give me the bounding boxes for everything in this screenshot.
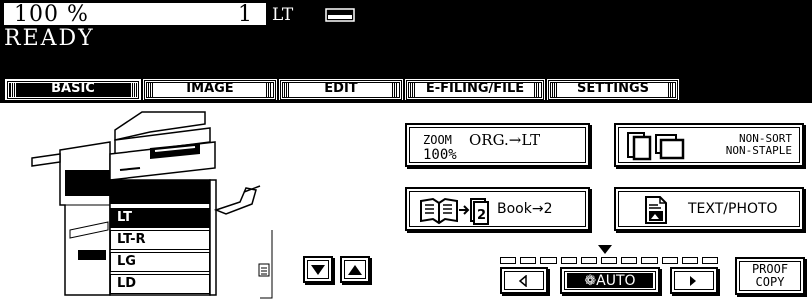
triangle-left-icon (518, 275, 527, 287)
status-message: READY (4, 26, 95, 51)
triangle-right-icon (690, 276, 696, 286)
tab-edit[interactable]: EDIT (279, 79, 403, 101)
tray-indicator-icon (258, 230, 273, 299)
text-photo-label: TEXT/PHOTO (688, 201, 778, 217)
zoom-button[interactable]: ZOOM ORG.→LT 100% (405, 123, 590, 167)
tab-basic[interactable]: BASIC (5, 79, 141, 101)
text-photo-icon (645, 196, 667, 224)
paper-size-lt-r[interactable]: LT-R (110, 230, 210, 250)
paper-size-lt[interactable]: LT (110, 208, 210, 228)
auto-density-button[interactable]: ❁AUTO (560, 267, 660, 294)
text-photo-button[interactable]: TEXT/PHOTO (614, 187, 804, 231)
auto-label-text: AUTO (596, 273, 636, 289)
sort-label: NON-SORT NON-STAPLE (726, 133, 792, 157)
sort-label-line2: NON-STAPLE (725, 144, 792, 157)
tab-settings[interactable]: SETTINGS (547, 79, 679, 101)
book-to-two-button[interactable]: 2 Book→2 (405, 187, 590, 231)
counter-display: 100 % 1 (4, 2, 266, 27)
paper-size-ld[interactable]: LD (110, 274, 210, 294)
book-label: Book→2 (497, 201, 553, 217)
proof-copy-button[interactable]: PROOF COPY (735, 257, 805, 295)
zoom-orientation: ORG.→LT (469, 131, 541, 149)
paper-size-lg[interactable]: LG (110, 252, 210, 272)
zoom-label: ZOOM (423, 133, 452, 147)
density-scale (500, 257, 719, 265)
proof-copy-label: PROOF COPY (737, 263, 803, 289)
book-to-two-icon: 2 (420, 197, 489, 225)
zoom-percent: 100% (423, 147, 457, 163)
status-bar: 100 % 1 LT READY (0, 0, 812, 78)
tab-bar: BASIC IMAGE EDIT E-FILING/FILE SETTINGS (0, 78, 812, 102)
zoom-readout: 100 % (14, 2, 89, 27)
copies-count: 1 (238, 2, 252, 27)
density-lighter-button[interactable] (500, 267, 548, 294)
auto-density-label: ❁AUTO (567, 273, 653, 289)
triangle-down-icon (311, 265, 325, 275)
triangle-up-icon (348, 265, 362, 275)
tab-divider (0, 100, 812, 103)
scroll-up-button[interactable] (340, 256, 370, 283)
density-pointer-icon (598, 245, 612, 254)
scroll-down-button[interactable] (303, 256, 333, 283)
paper-size-readout: LT (272, 5, 294, 25)
tab-e-filing[interactable]: E-FILING/FILE (405, 79, 545, 101)
auto-density-icon: ❁ (584, 273, 597, 289)
sort-staple-button[interactable]: NON-SORT NON-STAPLE (614, 123, 804, 167)
paper-size-list: LT LT-R LG LD (110, 208, 210, 296)
density-darker-button[interactable] (670, 267, 718, 294)
sort-pages-icon (627, 132, 685, 161)
paper-tray-icon (325, 8, 355, 22)
svg-text:2: 2 (477, 208, 486, 223)
proof-label-line2: COPY (755, 275, 785, 289)
tab-image[interactable]: IMAGE (143, 79, 277, 101)
